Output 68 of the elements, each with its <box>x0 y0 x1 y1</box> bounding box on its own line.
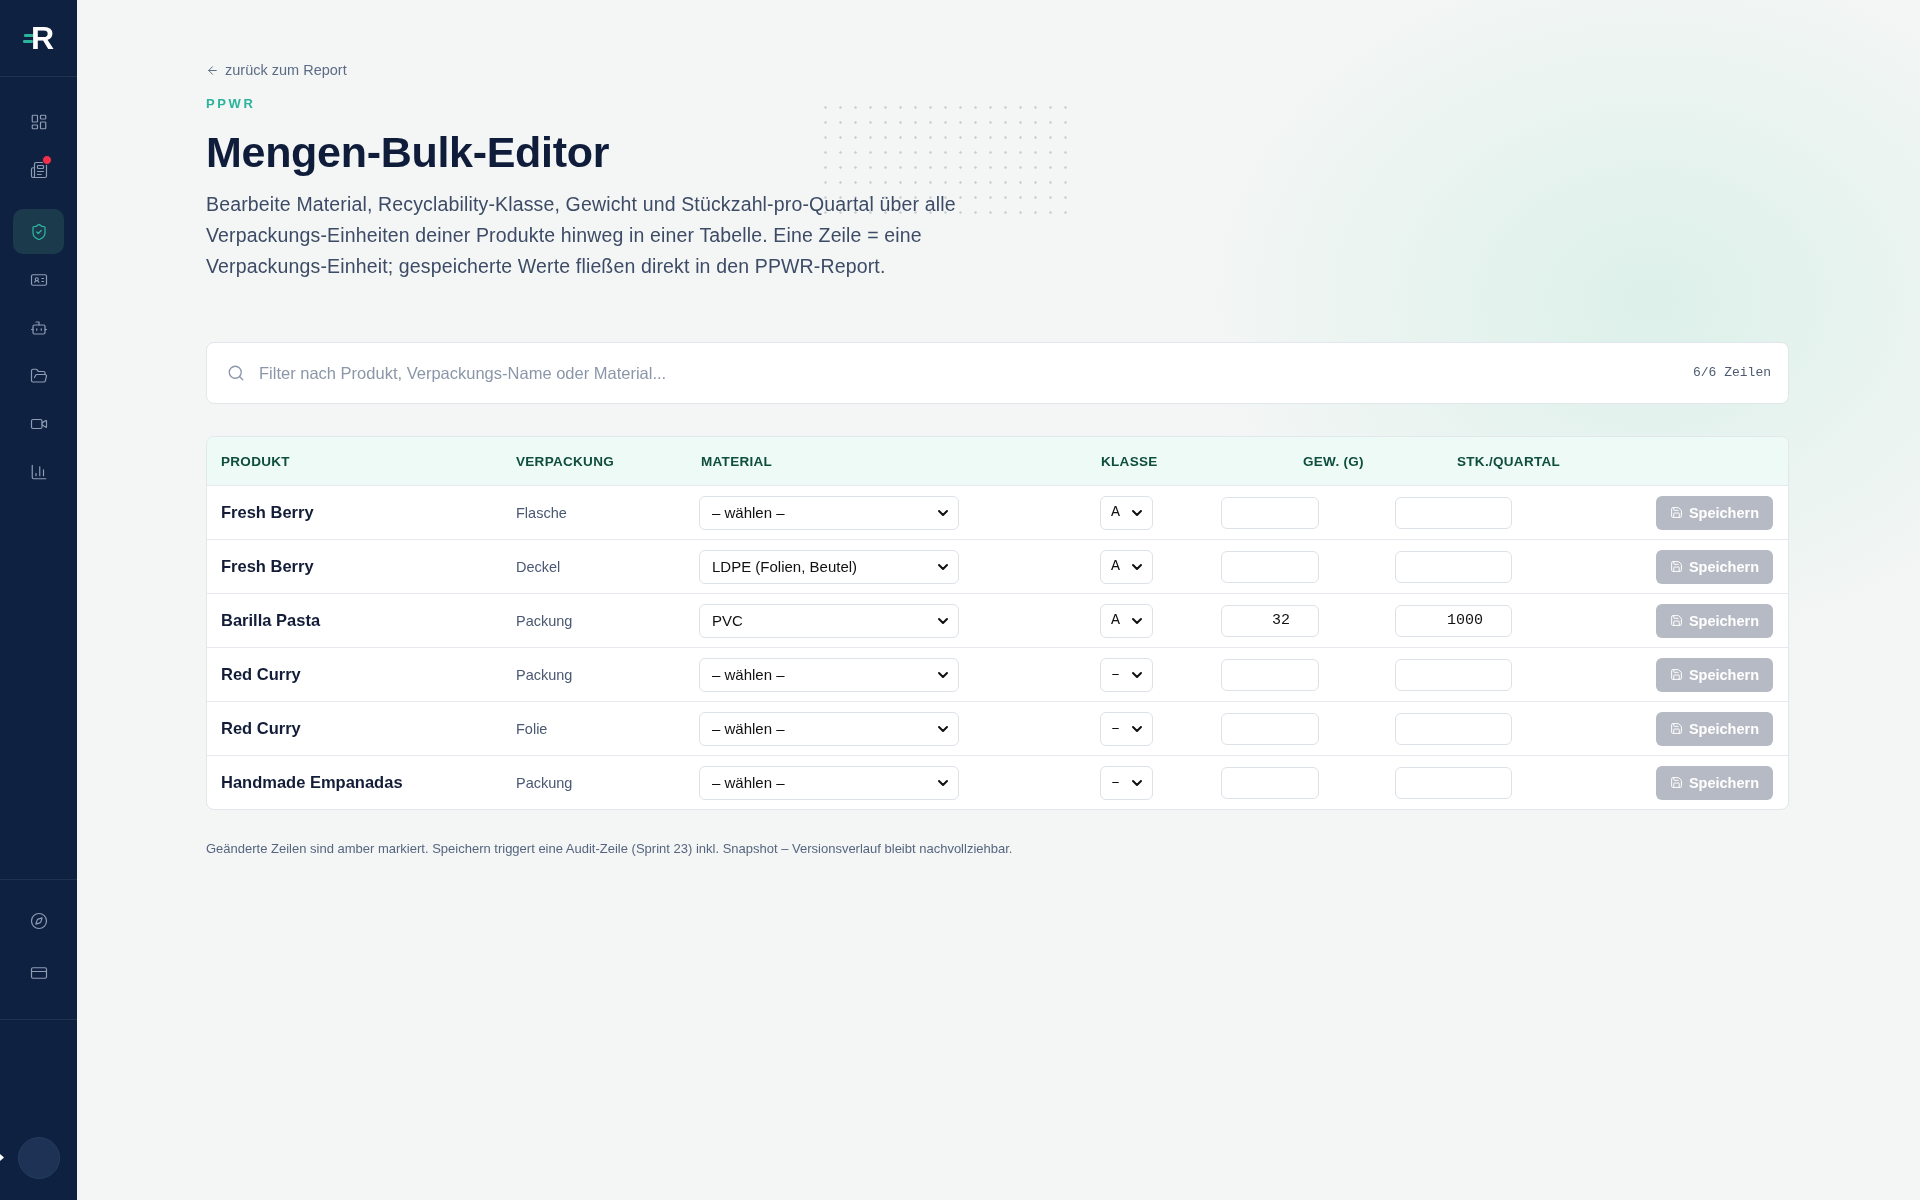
save-icon <box>1669 776 1683 789</box>
sidebar-nav-item[interactable] <box>13 209 64 254</box>
quantity-input[interactable] <box>1395 658 1512 691</box>
packaging-name: Flasche <box>516 504 568 521</box>
column-header: STK./QUARTAL <box>1456 453 1562 469</box>
weight-input[interactable] <box>1221 712 1319 745</box>
back-link[interactable]: zurück zum Report <box>206 60 347 80</box>
class-select[interactable]: A <box>1100 603 1153 638</box>
save-icon <box>1669 614 1683 627</box>
class-select[interactable]: – <box>1100 657 1153 692</box>
class-select[interactable]: – <box>1100 711 1153 746</box>
save-icon <box>1669 506 1683 519</box>
material-select[interactable]: – wählen – <box>699 765 959 800</box>
user-avatar[interactable] <box>17 1137 60 1179</box>
arrow-left-icon <box>206 63 219 77</box>
column-header: MATERIAL <box>700 453 774 469</box>
quantity-input[interactable] <box>1395 496 1512 529</box>
save-icon <box>1669 722 1683 735</box>
product-name: Barilla Pasta <box>221 611 322 630</box>
packaging-name: Deckel <box>516 558 562 575</box>
column-header: KLASSE <box>1100 453 1159 469</box>
packaging-name: Packung <box>516 666 574 683</box>
layout-grid-icon <box>29 112 48 131</box>
quantity-input[interactable]: 1000 <box>1395 604 1512 637</box>
packaging-name: Packung <box>516 774 574 791</box>
shield-check-icon <box>29 222 48 241</box>
row-count: 6/6 Zeilen <box>1693 365 1771 381</box>
material-select[interactable]: LDPE (Folien, Beutel) <box>699 549 959 584</box>
material-select[interactable]: – wählen – <box>699 495 959 530</box>
weight-input[interactable] <box>1221 658 1319 691</box>
logo-bars-icon <box>22 33 34 43</box>
column-header: GEW. (G) <box>1302 453 1365 469</box>
quantity-input[interactable] <box>1395 766 1512 799</box>
product-name: Red Curry <box>221 719 302 738</box>
class-select[interactable]: A <box>1100 495 1153 530</box>
class-select[interactable]: A <box>1100 549 1153 584</box>
folder-icon <box>29 366 48 385</box>
bar-chart-icon <box>29 462 48 481</box>
product-name: Handmade Empanadas <box>221 773 404 792</box>
footnote: Geänderte Zeilen sind amber markiert. Speichern triggert eine Audit-Zeile (Sprint 23) inkl. Snapshot – Versionsverlauf bleibt nachvollziehbar. <box>206 841 1013 857</box>
packaging-name: Folie <box>516 720 549 737</box>
packaging-name: Packung <box>516 612 574 629</box>
class-select[interactable]: – <box>1100 765 1153 800</box>
quantity-input[interactable] <box>1395 712 1512 745</box>
page-title: Mengen-Bulk-Editor <box>206 127 610 178</box>
page-description: Bearbeite Material, Recyclability-Klasse, Gewicht und Stückzahl-pro-Quartal über alle Verpackungs-Einheiten deiner Produkte hinweg in einer Tabelle. Eine Zeile = eine Verpackungs-Einheit; gespeicherte Werte fließen direkt in den PPWR-Report. <box>206 192 957 279</box>
material-select[interactable]: – wählen – <box>699 657 959 692</box>
material-select[interactable]: PVC <box>699 603 959 638</box>
column-header: PRODUKT <box>221 453 291 469</box>
product-name: Fresh Berry <box>221 557 315 576</box>
section-label: PPWR <box>206 97 256 111</box>
material-select[interactable]: – wählen – <box>699 711 959 746</box>
save-icon <box>1669 560 1683 573</box>
weight-input[interactable] <box>1221 550 1319 583</box>
search-icon <box>227 364 245 382</box>
product-name: Fresh Berry <box>221 503 315 522</box>
robot-icon <box>29 318 48 337</box>
weight-input[interactable] <box>1221 766 1319 799</box>
column-header: VERPACKUNG <box>516 453 615 469</box>
logo-letter: R <box>30 23 55 53</box>
quantity-input[interactable] <box>1395 550 1512 583</box>
caret-right-icon <box>0 1154 4 1161</box>
weight-input[interactable]: 32 <box>1221 604 1319 637</box>
save-icon <box>1669 668 1683 681</box>
product-name: Red Curry <box>221 665 302 684</box>
compass-icon <box>29 911 48 930</box>
newspaper-icon <box>29 160 48 179</box>
weight-input[interactable] <box>1221 496 1319 529</box>
